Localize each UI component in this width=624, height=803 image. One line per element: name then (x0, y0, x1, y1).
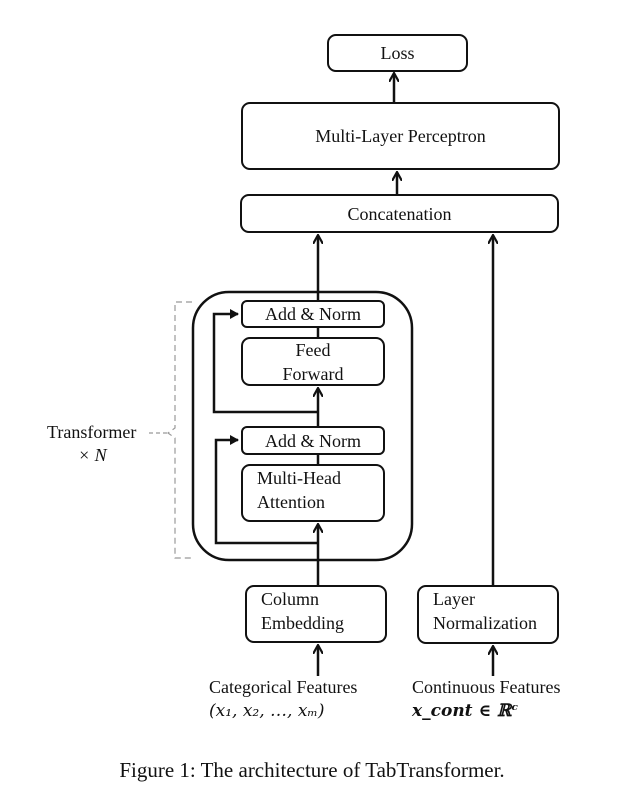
mlp-node: Multi-Layer Perceptron (241, 102, 560, 170)
mha-label-line1: Multi-Head (257, 468, 341, 488)
layer-norm-label-line2: Normalization (433, 613, 537, 633)
loss-node: Loss (327, 34, 468, 72)
add-norm-bottom-label: Add & Norm (265, 430, 361, 451)
transformer-brace (166, 301, 192, 559)
add-norm-bottom-node: Add & Norm (241, 426, 385, 455)
layer-norm-label-line1: Layer (433, 589, 475, 609)
transformer-label: Transformer (47, 422, 137, 442)
add-norm-top-label: Add & Norm (265, 304, 361, 324)
transformer-repeat-label: × N (78, 445, 107, 465)
layer-normalization-node: Layer Normalization (417, 585, 559, 644)
feed-forward-node: Feed Forward (241, 337, 385, 386)
mha-label-line2: Attention (257, 492, 325, 512)
continuous-features-math: x_cont ∈ ℝᶜ (412, 701, 519, 721)
column-embedding-label-line2: Embedding (261, 613, 344, 633)
figure-caption: Figure 1: The architecture of TabTransfo… (119, 758, 505, 782)
continuous-features-label: Continuous Features (412, 677, 561, 697)
concatenation-node: Concatenation (240, 194, 559, 233)
feed-forward-label-line1: Feed (295, 339, 331, 360)
multi-head-attention-node: Multi-Head Attention (241, 464, 385, 522)
concatenation-label: Concatenation (347, 203, 452, 224)
column-embedding-label-line1: Column (261, 589, 320, 609)
categorical-features-label: Categorical Features (209, 677, 358, 697)
add-norm-top-node: Add & Norm (241, 300, 385, 328)
column-embedding-node: Column Embedding (245, 585, 387, 643)
feed-forward-label-line2: Forward (282, 363, 344, 384)
loss-label: Loss (380, 43, 415, 63)
categorical-features-math: (x₁, x₂, …, xₘ) (209, 701, 325, 721)
mlp-label: Multi-Layer Perceptron (315, 126, 486, 146)
